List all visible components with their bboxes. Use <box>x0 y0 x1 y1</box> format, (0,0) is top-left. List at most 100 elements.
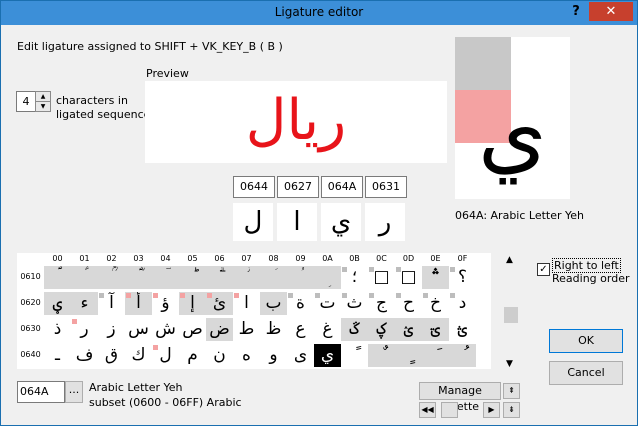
grid-cell[interactable]: ؾ <box>422 318 449 341</box>
grid-cell[interactable]: ؟ <box>449 266 476 289</box>
grid-cell[interactable]: ٍ <box>395 344 422 367</box>
char-subset: subset (0600 - 06FF) Arabic <box>89 396 242 409</box>
grid-cell[interactable]: ؠ <box>44 292 71 315</box>
title-bar[interactable]: Ligature editor ? ✕ <box>1 1 637 25</box>
grid-cell[interactable]: ؔ <box>152 266 179 289</box>
grid-cell[interactable]: ص <box>179 318 206 341</box>
grid-cell[interactable]: ا <box>233 292 260 315</box>
grid-cell-char: ذ <box>53 319 62 339</box>
sequence-char[interactable]: ر <box>365 203 405 241</box>
grid-cell[interactable]: ؚ <box>314 266 341 289</box>
grid-cell[interactable]: ض <box>206 318 233 341</box>
browse-button[interactable]: ... <box>65 381 83 403</box>
rtl-checkbox[interactable]: ✓ <box>537 263 550 276</box>
grid-cell[interactable]: َ <box>422 344 449 367</box>
grid-cell-char: خ <box>430 293 441 313</box>
grid-cell[interactable]: ء <box>71 292 98 315</box>
grid-cell-char: غ <box>322 319 333 339</box>
grid-cell[interactable]: ؐ <box>44 266 71 289</box>
grid-cell[interactable]: ع <box>287 318 314 341</box>
char-count-input[interactable]: 4 <box>16 91 36 112</box>
grid-cell[interactable]: ن <box>206 344 233 367</box>
grid-cell[interactable]: ؿ <box>449 318 476 341</box>
grid-cell[interactable]: ٌ <box>368 344 395 367</box>
cancel-button[interactable]: Cancel <box>549 361 623 385</box>
grid-cell[interactable]: أ <box>125 292 152 315</box>
grid-cell[interactable]: ظ <box>260 318 287 341</box>
help-button[interactable]: ? <box>567 4 585 22</box>
grid-cell[interactable]: ق <box>98 344 125 367</box>
grid-cell[interactable]: ف <box>71 344 98 367</box>
ligature-editor-window: Ligature editor ? ✕ Edit ligature assign… <box>0 0 638 426</box>
grid-cell-char: ئ <box>212 293 227 313</box>
grid-cell[interactable]: ؞ <box>422 266 449 289</box>
sequence-code[interactable]: 0627 <box>277 176 319 198</box>
sequence-char[interactable]: ا <box>277 203 317 241</box>
grid-cell[interactable]: م <box>179 344 206 367</box>
grid-cell[interactable]: ر <box>71 318 98 341</box>
grid-cell[interactable]: ى <box>287 344 314 367</box>
scroll-top-button[interactable]: ⇞ <box>503 383 520 399</box>
grid-cell[interactable]: إ <box>179 292 206 315</box>
grid-cell[interactable]: ش <box>152 318 179 341</box>
grid-cell[interactable]: ؒ <box>98 266 125 289</box>
grid-scrollbar[interactable]: ▲ ▼ <box>503 253 520 371</box>
grid-cell-char: ء <box>80 293 89 313</box>
grid-cell[interactable]: ُ <box>449 344 476 367</box>
grid-cell[interactable]: ح <box>395 292 422 315</box>
grid-cell[interactable]: ذ <box>44 318 71 341</box>
scroll-bottom-button[interactable]: ⇟ <box>503 402 520 418</box>
grid-cell[interactable]: ؓ <box>125 266 152 289</box>
scroll-down-icon[interactable]: ▼ <box>506 359 513 369</box>
spin-down-button[interactable]: ▼ <box>35 101 51 112</box>
ok-button[interactable]: OK <box>549 329 623 353</box>
grid-cell[interactable]: غ <box>314 318 341 341</box>
code-input[interactable]: 064A <box>17 381 65 403</box>
close-button[interactable]: ✕ <box>589 2 633 21</box>
sequence-code[interactable]: 0631 <box>365 176 407 198</box>
grid-cell[interactable]: ت <box>314 292 341 315</box>
grid-cell-char: ؞ <box>430 267 441 287</box>
first-page-button[interactable]: ◀◀ <box>419 402 436 418</box>
grid-cell[interactable]: ؛ <box>341 266 368 289</box>
grid-cell[interactable]: ة <box>287 292 314 315</box>
manage-palette-button[interactable]: Manage Palette <box>419 382 501 413</box>
grid-cell[interactable]: آ <box>98 292 125 315</box>
grid-cell[interactable]: ؗ <box>233 266 260 289</box>
scroll-thumb[interactable] <box>504 307 518 323</box>
sequence-code[interactable]: 064A <box>321 176 363 198</box>
grid-cell[interactable]: ؑ <box>71 266 98 289</box>
grid-cell[interactable]: ػ <box>341 318 368 341</box>
grid-cell[interactable]: □ <box>395 266 422 289</box>
grid-cell[interactable]: و <box>260 344 287 367</box>
grid-cell[interactable]: ؼ <box>368 318 395 341</box>
grid-cell[interactable]: ـ <box>44 344 71 367</box>
grid-cell[interactable]: خ <box>422 292 449 315</box>
sequence-char[interactable]: ي <box>321 203 361 241</box>
next-page-button[interactable]: ▶ <box>483 402 500 418</box>
grid-cell[interactable]: ك <box>125 344 152 367</box>
grid-cell[interactable]: ؤ <box>152 292 179 315</box>
grid-cell[interactable]: □ <box>368 266 395 289</box>
grid-cell[interactable]: ي <box>314 344 341 367</box>
grid-cell[interactable]: ز <box>98 318 125 341</box>
grid-cell[interactable]: ب <box>260 292 287 315</box>
grid-cell[interactable]: ؙ <box>287 266 314 289</box>
grid-cell[interactable]: ئ <box>206 292 233 315</box>
sequence-char[interactable]: ل <box>233 203 273 241</box>
grid-cell[interactable]: س <box>125 318 152 341</box>
scroll-up-icon[interactable]: ▲ <box>506 255 513 265</box>
grid-cell[interactable]: ؽ <box>395 318 422 341</box>
sequence-code[interactable]: 0644 <box>233 176 275 198</box>
grid-cell[interactable]: ث <box>341 292 368 315</box>
grid-cell[interactable]: ط <box>233 318 260 341</box>
grid-cell[interactable]: ؕ <box>179 266 206 289</box>
prev-icon[interactable] <box>441 402 458 418</box>
grid-cell[interactable]: ه <box>233 344 260 367</box>
grid-cell[interactable]: ً <box>341 344 368 367</box>
grid-cell[interactable]: ؖ <box>206 266 233 289</box>
grid-cell[interactable]: ج <box>368 292 395 315</box>
grid-cell[interactable]: ل <box>152 344 179 367</box>
grid-cell[interactable]: ؘ <box>260 266 287 289</box>
grid-cell[interactable]: د <box>449 292 476 315</box>
